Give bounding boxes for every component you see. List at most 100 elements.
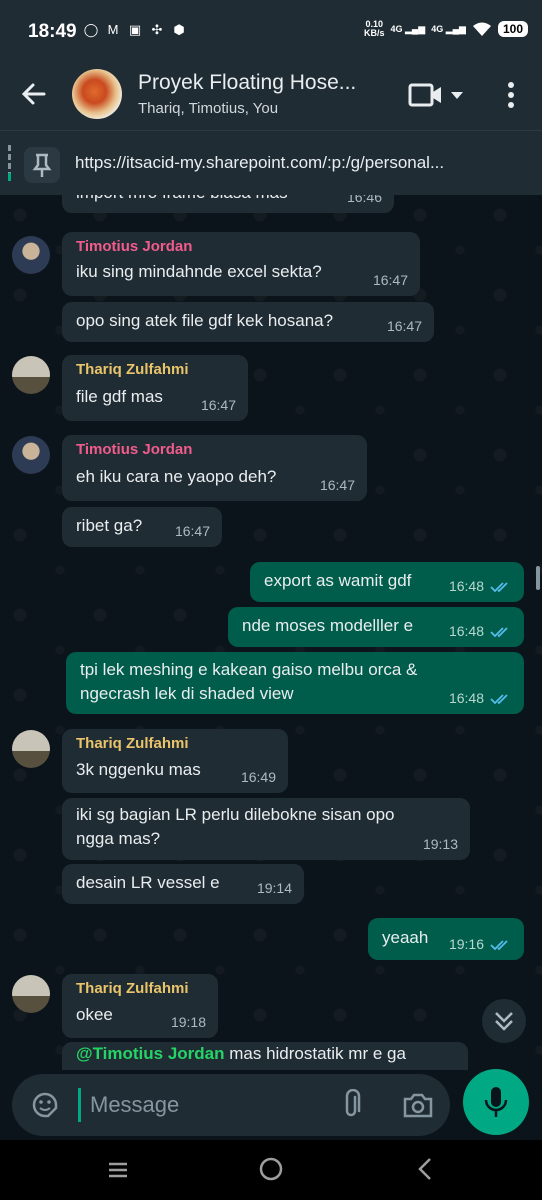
wifi-icon (472, 22, 491, 36)
scroll-to-bottom-button[interactable] (482, 999, 526, 1043)
message-time: 16:46 (346, 195, 382, 205)
message-bubble-outgoing[interactable]: tpi lek meshing e kakean gaiso melbu orc… (66, 652, 524, 714)
sticker-button[interactable] (30, 1090, 60, 1120)
linkedin-icon: ▣ (128, 22, 142, 37)
status-bar: 18:49 ◯ M ▣ ✣ ⬢ 0.10 KB/s 4G ▂▄▆ 4G ▂▄▆ … (0, 0, 542, 58)
message-bubble[interactable]: @Timotius Jordan mas hidrostatik mr e ga (62, 1042, 468, 1070)
double-check-icon (490, 582, 508, 593)
sim1-signal-icon: 4G ▂▄▆ (390, 23, 426, 34)
message-time: 19:14 (256, 880, 292, 896)
message-bubble-outgoing[interactable]: nde moses modelller e 16:48 (228, 607, 524, 647)
message-bubble[interactable]: Thariq Zulfahmi file gdf mas 16:47 (62, 355, 248, 421)
menu-lines-icon (109, 1162, 127, 1178)
paperclip-icon (345, 1088, 361, 1117)
status-app-icons: ◯ M ▣ ✣ ⬢ (83, 22, 187, 38)
voice-message-button[interactable] (463, 1069, 529, 1135)
message-time: 16:47 (372, 272, 408, 288)
message-text: ngga mas? (76, 829, 161, 848)
video-call-button[interactable] (408, 82, 468, 108)
message-text: eh iku cara ne yaopo deh? (76, 467, 277, 486)
app-icon: ✣ (151, 22, 163, 37)
message-composer (12, 1074, 450, 1136)
message-time: 16:47 (200, 397, 236, 413)
message-bubble[interactable]: ribet ga? 16:47 (62, 507, 222, 547)
network-speed: 0.10 KB/s (363, 19, 385, 38)
whatsapp-icon: ◯ (83, 22, 99, 37)
group-members[interactable]: Thariq, Timotius, You (138, 100, 278, 117)
message-text: iku sing mindahnde excel sekta? (76, 262, 322, 281)
message-bubble[interactable]: Thariq Zulfahmi 3k nggenku mas 16:49 (62, 729, 288, 793)
avatar[interactable] (12, 975, 50, 1013)
more-vertical-icon (508, 82, 514, 108)
battery-indicator: 100 (497, 21, 528, 37)
message-time: 16:48 (449, 578, 512, 594)
message-text: ribet ga? (76, 516, 143, 535)
message-text: 3k nggenku mas (76, 760, 201, 779)
pinned-link[interactable]: https://itsacid-my.sharepoint.com/:p:/g/… (75, 153, 530, 173)
message-text: file gdf mas (76, 387, 163, 406)
avatar[interactable] (12, 730, 50, 768)
pin-icon (24, 147, 60, 183)
attach-button[interactable] (338, 1088, 364, 1121)
message-time: 19:16 (449, 936, 512, 952)
message-text: yeaah (382, 928, 429, 947)
group-avatar[interactable] (72, 69, 122, 119)
message-time: 19:18 (170, 1014, 206, 1030)
group-title[interactable]: Proyek Floating Hose... (138, 71, 388, 95)
avatar[interactable] (12, 236, 50, 274)
recent-apps-button[interactable] (106, 1158, 130, 1182)
message-time: 16:48 (449, 623, 512, 639)
double-check-icon (490, 940, 508, 951)
message-bubble[interactable]: Timotius Jordan eh iku cara ne yaopo deh… (62, 435, 367, 501)
message-bubble[interactable]: opo sing atek file gdf kek hosana? 16:47 (62, 302, 434, 342)
home-button[interactable] (258, 1156, 284, 1182)
scrollbar[interactable] (536, 566, 540, 590)
message-text: iki sg bagian LR perlu dilebokne sisan o… (76, 805, 395, 824)
system-back-button[interactable] (414, 1156, 436, 1182)
status-indicators: 0.10 KB/s 4G ▂▄▆ 4G ▂▄▆ 100 (364, 20, 528, 38)
status-time: 18:49 (28, 21, 77, 42)
pinned-message-bar[interactable]: https://itsacid-my.sharepoint.com/:p:/g/… (0, 131, 542, 195)
gmail-icon: M (107, 22, 119, 37)
message-bubble-outgoing[interactable]: export as wamit gdf 16:48 (250, 562, 524, 602)
avatar[interactable] (12, 356, 50, 394)
message-time: 16:47 (386, 318, 422, 334)
pin-indicator-active (8, 173, 11, 181)
back-button[interactable] (18, 78, 50, 110)
arrow-left-icon (21, 83, 46, 105)
message-time: 16:47 (174, 523, 210, 539)
sender-name[interactable]: Thariq Zulfahmi (76, 361, 189, 378)
avatar[interactable] (12, 436, 50, 474)
message-text: desain LR vessel e (76, 873, 220, 892)
chat-header: Proyek Floating Hose... Thariq, Timotius… (0, 58, 542, 130)
more-options-button[interactable] (500, 80, 522, 110)
message-text: ngecrash lek di shaded view (80, 684, 294, 703)
double-check-icon (490, 627, 508, 638)
message-text: nde moses modelller e (242, 616, 414, 635)
message-time: 16:49 (240, 769, 276, 785)
message-text: import mro frame biasa mas (76, 195, 288, 205)
message-bubble[interactable]: Timotius Jordan iku sing mindahnde excel… (62, 232, 420, 296)
message-bubble-outgoing[interactable]: yeaah 19:16 (368, 918, 524, 960)
sender-name[interactable]: Thariq Zulfahmi (76, 980, 189, 997)
home-circle-icon (259, 1157, 283, 1181)
text-cursor (78, 1088, 81, 1122)
sender-name[interactable]: Timotius Jordan (76, 238, 192, 255)
chevron-left-icon (418, 1158, 431, 1180)
sim2-signal-icon: 4G ▂▄▆ (431, 23, 466, 34)
message-text: okee (76, 1005, 113, 1024)
message-bubble[interactable]: desain LR vessel e 19:14 (62, 864, 304, 904)
sender-name[interactable]: Timotius Jordan (76, 441, 192, 458)
message-input[interactable] (90, 1088, 330, 1122)
sender-name[interactable]: Thariq Zulfahmi (76, 735, 189, 752)
message-bubble[interactable]: import mro frame biasa mas 16:46 (62, 195, 394, 213)
double-check-icon (490, 694, 508, 705)
message-bubble[interactable]: Thariq Zulfahmi okee 19:18 (62, 974, 218, 1038)
mention[interactable]: @Timotius Jordan (76, 1044, 225, 1063)
camera-button[interactable] (402, 1090, 434, 1120)
message-list[interactable]: import mro frame biasa mas 16:46 Timotiu… (0, 195, 542, 1070)
camera-icon (403, 1093, 433, 1118)
message-bubble[interactable]: iki sg bagian LR perlu dilebokne sisan o… (62, 798, 470, 860)
message-time: 16:47 (319, 477, 355, 493)
message-text: tpi lek meshing e kakean gaiso melbu orc… (80, 660, 418, 679)
